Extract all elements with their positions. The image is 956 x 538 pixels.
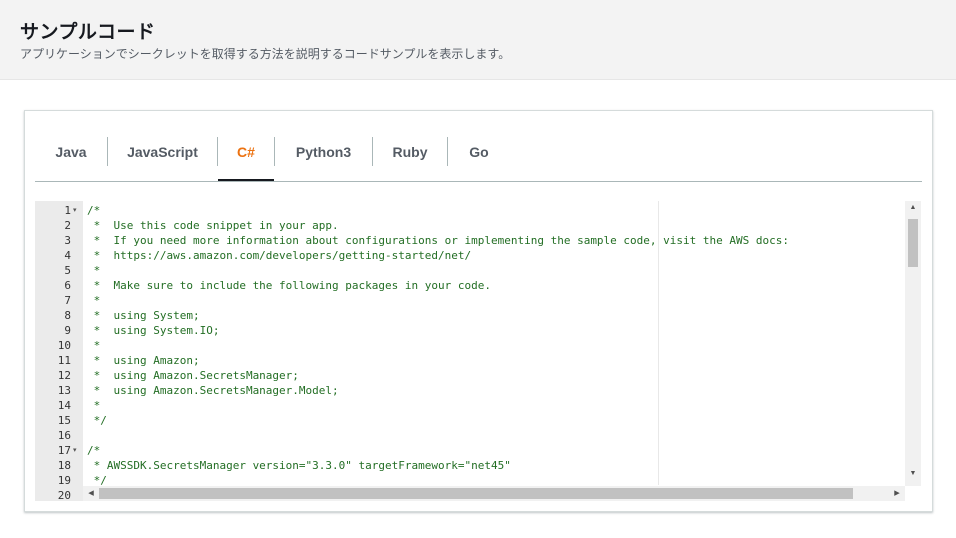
- line-number: 2: [64, 219, 71, 232]
- language-tabs: Java JavaScript C# Python3 Ruby Go: [35, 135, 922, 182]
- line-number: 9: [64, 324, 71, 337]
- line-number: 5: [64, 264, 71, 277]
- vertical-scrollbar[interactable]: ▲ ▼: [905, 201, 921, 486]
- line-number: 6: [64, 279, 71, 292]
- fold-toggle-icon[interactable]: ▾: [73, 203, 77, 218]
- line-number: 3: [64, 234, 71, 247]
- page-description: アプリケーションでシークレットを取得する方法を説明するコードサンプルを表示します…: [20, 47, 511, 61]
- page-header: サンプルコード アプリケーションでシークレットを取得する方法を説明するコードサン…: [0, 0, 956, 80]
- fold-toggle-icon[interactable]: ▾: [73, 443, 77, 458]
- line-number: 13: [57, 384, 71, 397]
- line-number: 14: [57, 399, 71, 412]
- scroll-left-icon[interactable]: ◂: [83, 486, 99, 499]
- code-line: * If you need more information about con…: [87, 234, 789, 247]
- code-editor[interactable]: 1 2 3 4 5 6 7 8 9 10 11 12 13 14 15 16 1…: [35, 201, 921, 501]
- code-line: * using Amazon.SecretsManager.Model;: [87, 384, 339, 397]
- code-line: * AWSSDK.SecretsManager version="3.3.0" …: [87, 459, 511, 472]
- page-title: サンプルコード: [20, 22, 156, 43]
- code-line: * Make sure to include the following pac…: [87, 279, 491, 292]
- tab-ruby[interactable]: Ruby: [373, 135, 447, 179]
- horizontal-scrollbar[interactable]: ◂ ▸: [83, 486, 905, 501]
- scroll-right-icon[interactable]: ▸: [889, 486, 905, 499]
- line-number: 4: [64, 249, 71, 262]
- code-line: * using Amazon.SecretsManager;: [87, 369, 299, 382]
- line-number: 19: [57, 474, 71, 487]
- line-number: 8: [64, 309, 71, 322]
- line-number: 16: [57, 429, 71, 442]
- horizontal-scroll-thumb[interactable]: [99, 488, 853, 499]
- code-line: * Use this code snippet in your app.: [87, 219, 339, 232]
- code-line: /*: [87, 444, 101, 457]
- code-line: *: [87, 399, 101, 412]
- code-line: * using Amazon;: [87, 354, 200, 367]
- line-number: 20: [57, 489, 71, 501]
- code-line: *: [87, 264, 101, 277]
- tab-csharp[interactable]: C#: [218, 135, 274, 181]
- code-line: * using System.IO;: [87, 324, 220, 337]
- line-number: 7: [64, 294, 71, 307]
- code-line: * https://aws.amazon.com/developers/gett…: [87, 249, 472, 262]
- code-line: /*: [87, 204, 101, 217]
- line-number: 1: [64, 204, 71, 217]
- line-number: 18: [57, 459, 71, 472]
- code-line: * using System;: [87, 309, 200, 322]
- vertical-scroll-thumb[interactable]: [908, 219, 918, 267]
- line-number: 17: [57, 444, 71, 457]
- scroll-down-icon[interactable]: ▼: [905, 470, 921, 477]
- code-line: *: [87, 294, 101, 307]
- code-line: *: [87, 339, 101, 352]
- tab-python3[interactable]: Python3: [275, 135, 372, 179]
- line-number: 10: [57, 339, 71, 352]
- tab-java[interactable]: Java: [35, 135, 107, 179]
- tab-javascript[interactable]: JavaScript: [108, 135, 217, 179]
- code-line: */: [87, 414, 107, 427]
- tab-go[interactable]: Go: [448, 135, 510, 179]
- scroll-up-icon[interactable]: ▲: [905, 204, 921, 211]
- line-number: 15: [57, 414, 71, 427]
- line-number: 11: [57, 354, 71, 367]
- line-number: 12: [57, 369, 71, 382]
- sample-code-panel: Java JavaScript C# Python3 Ruby Go 1 2 3…: [24, 110, 933, 512]
